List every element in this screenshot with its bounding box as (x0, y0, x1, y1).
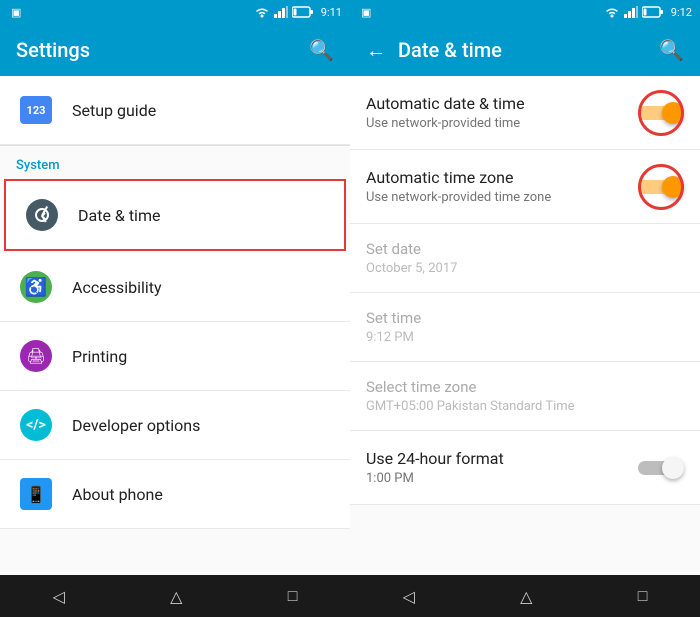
about-phone-icon: 📱 (20, 478, 52, 510)
setup-guide-icon: 123 (20, 96, 52, 124)
recent-nav-right[interactable]: □ (618, 578, 668, 614)
auto-date-time-subtitle: Use network-provided time (366, 116, 525, 131)
select-timezone-subtitle: GMT+05:00 Pakistan Standard Time (366, 399, 684, 414)
24hr-format-subtitle: 1:00 PM (366, 471, 504, 486)
24hr-format-title: Use 24-hour format (366, 449, 504, 468)
toggle-thumb (662, 102, 684, 124)
about-phone-item[interactable]: 📱 About phone (0, 460, 350, 529)
developer-options-item[interactable]: </> Developer options (0, 391, 350, 460)
printing-icon-wrap: 🖨 (16, 336, 56, 376)
setup-guide-item[interactable]: 123 Setup guide (0, 76, 350, 145)
auto-date-time-toggle[interactable] (638, 100, 684, 126)
back-button-datetime[interactable]: ← (366, 38, 386, 63)
back-nav-left[interactable]: ◁ (33, 579, 85, 614)
settings-top-bar: Settings 🔍 (0, 24, 350, 76)
time-right: 9:12 (671, 6, 692, 19)
24hr-format-item[interactable]: Use 24-hour format 1:00 PM (350, 431, 700, 505)
status-bar-left-panel: ▣ 9:11 (0, 0, 350, 24)
signal-icon-left (274, 6, 288, 18)
setup-guide-label: Setup guide (72, 101, 156, 120)
about-phone-icon-wrap: 📱 (16, 474, 56, 514)
24hr-format-toggle[interactable] (638, 455, 684, 481)
battery-icon-left (292, 6, 314, 18)
nav-bar-left: ◁ △ □ (0, 575, 350, 617)
setup-guide-icon-wrap: 123 (16, 90, 56, 130)
wifi-icon-right (604, 6, 620, 18)
select-timezone-item: Select time zone GMT+05:00 Pakistan Stan… (350, 362, 700, 431)
set-time-item: Set time 9:12 PM (350, 293, 700, 362)
select-timezone-title: Select time zone (366, 378, 684, 396)
printing-label: Printing (72, 347, 127, 366)
accessibility-label: Accessibility (72, 278, 162, 297)
auto-date-time-item[interactable]: Automatic date & time Use network-provid… (350, 76, 700, 150)
printing-icon: 🖨 (20, 340, 52, 372)
printing-item[interactable]: 🖨 Printing (0, 322, 350, 391)
auto-timezone-toggle-wrap (638, 174, 684, 200)
datetime-panel: ▣ 9:12 ← Date & time 🔍 Automatic (350, 0, 700, 617)
recent-nav-left[interactable]: □ (268, 578, 318, 614)
about-phone-label: About phone (72, 485, 163, 504)
auto-timezone-item[interactable]: Automatic time zone Use network-provided… (350, 150, 700, 224)
phone-symbol: 📱 (26, 485, 46, 504)
auto-date-time-text: Automatic date & time Use network-provid… (366, 94, 525, 131)
status-bar-right-panel: ▣ 9:12 (350, 0, 700, 24)
datetime-search-icon[interactable]: 🔍 (659, 38, 684, 62)
toggle-thumb-tz (662, 176, 684, 198)
accessibility-icon-wrap: ♿ (16, 267, 56, 307)
auto-timezone-subtitle: Use network-provided time zone (366, 190, 551, 205)
time-left: 9:11 (321, 6, 342, 19)
developer-icon-wrap: </> (16, 405, 56, 445)
system-section-label: System (0, 146, 350, 177)
settings-title: Settings (16, 38, 309, 62)
home-nav-left[interactable]: △ (150, 579, 202, 614)
toggle-thumb-24hr (662, 457, 684, 479)
developer-icon: </> (20, 409, 52, 441)
signal-icon-right (624, 6, 638, 18)
set-date-title: Set date (366, 240, 684, 258)
auto-timezone-title: Automatic time zone (366, 168, 551, 187)
home-nav-right[interactable]: △ (500, 579, 552, 614)
accessibility-item[interactable]: ♿ Accessibility (0, 253, 350, 322)
wifi-icon-left (254, 6, 270, 18)
auto-date-time-title: Automatic date & time (366, 94, 525, 113)
datetime-content: Automatic date & time Use network-provid… (350, 76, 700, 575)
set-time-subtitle: 9:12 PM (366, 330, 684, 345)
auto-timezone-text: Automatic time zone Use network-provided… (366, 168, 551, 205)
battery-icon-right (642, 6, 664, 18)
settings-search-icon[interactable]: 🔍 (309, 38, 334, 62)
person-symbol: ♿ (25, 277, 47, 298)
clock-hand-minute (41, 215, 46, 220)
settings-content: 123 Setup guide System Date & time (0, 76, 350, 575)
nav-bar-right: ◁ △ □ (350, 575, 700, 617)
date-time-item[interactable]: Date & time (4, 179, 346, 251)
image-icon: ▣ (11, 6, 21, 19)
date-time-icon-wrap (22, 195, 62, 235)
auto-date-time-toggle-wrap (638, 100, 684, 126)
set-date-item: Set date October 5, 2017 (350, 224, 700, 293)
auto-timezone-toggle[interactable] (638, 174, 684, 200)
set-date-subtitle: October 5, 2017 (366, 261, 684, 276)
image-icon-right: ▣ (361, 6, 371, 19)
developer-options-label: Developer options (72, 416, 200, 435)
accessibility-icon: ♿ (20, 271, 52, 303)
set-time-title: Set time (366, 309, 684, 327)
date-time-icon (26, 199, 58, 231)
settings-panel: ▣ 9:11 Settings 🔍 (0, 0, 350, 617)
back-nav-right[interactable]: ◁ (383, 579, 435, 614)
print-symbol: 🖨 (26, 347, 45, 365)
datetime-top-bar: ← Date & time 🔍 (350, 24, 700, 76)
24hr-format-text: Use 24-hour format 1:00 PM (366, 449, 504, 486)
clock-face (35, 208, 49, 222)
date-time-label: Date & time (78, 206, 160, 225)
datetime-title: Date & time (398, 38, 659, 62)
date-time-item-inner[interactable]: Date & time (6, 181, 344, 249)
code-symbol: </> (26, 417, 46, 433)
